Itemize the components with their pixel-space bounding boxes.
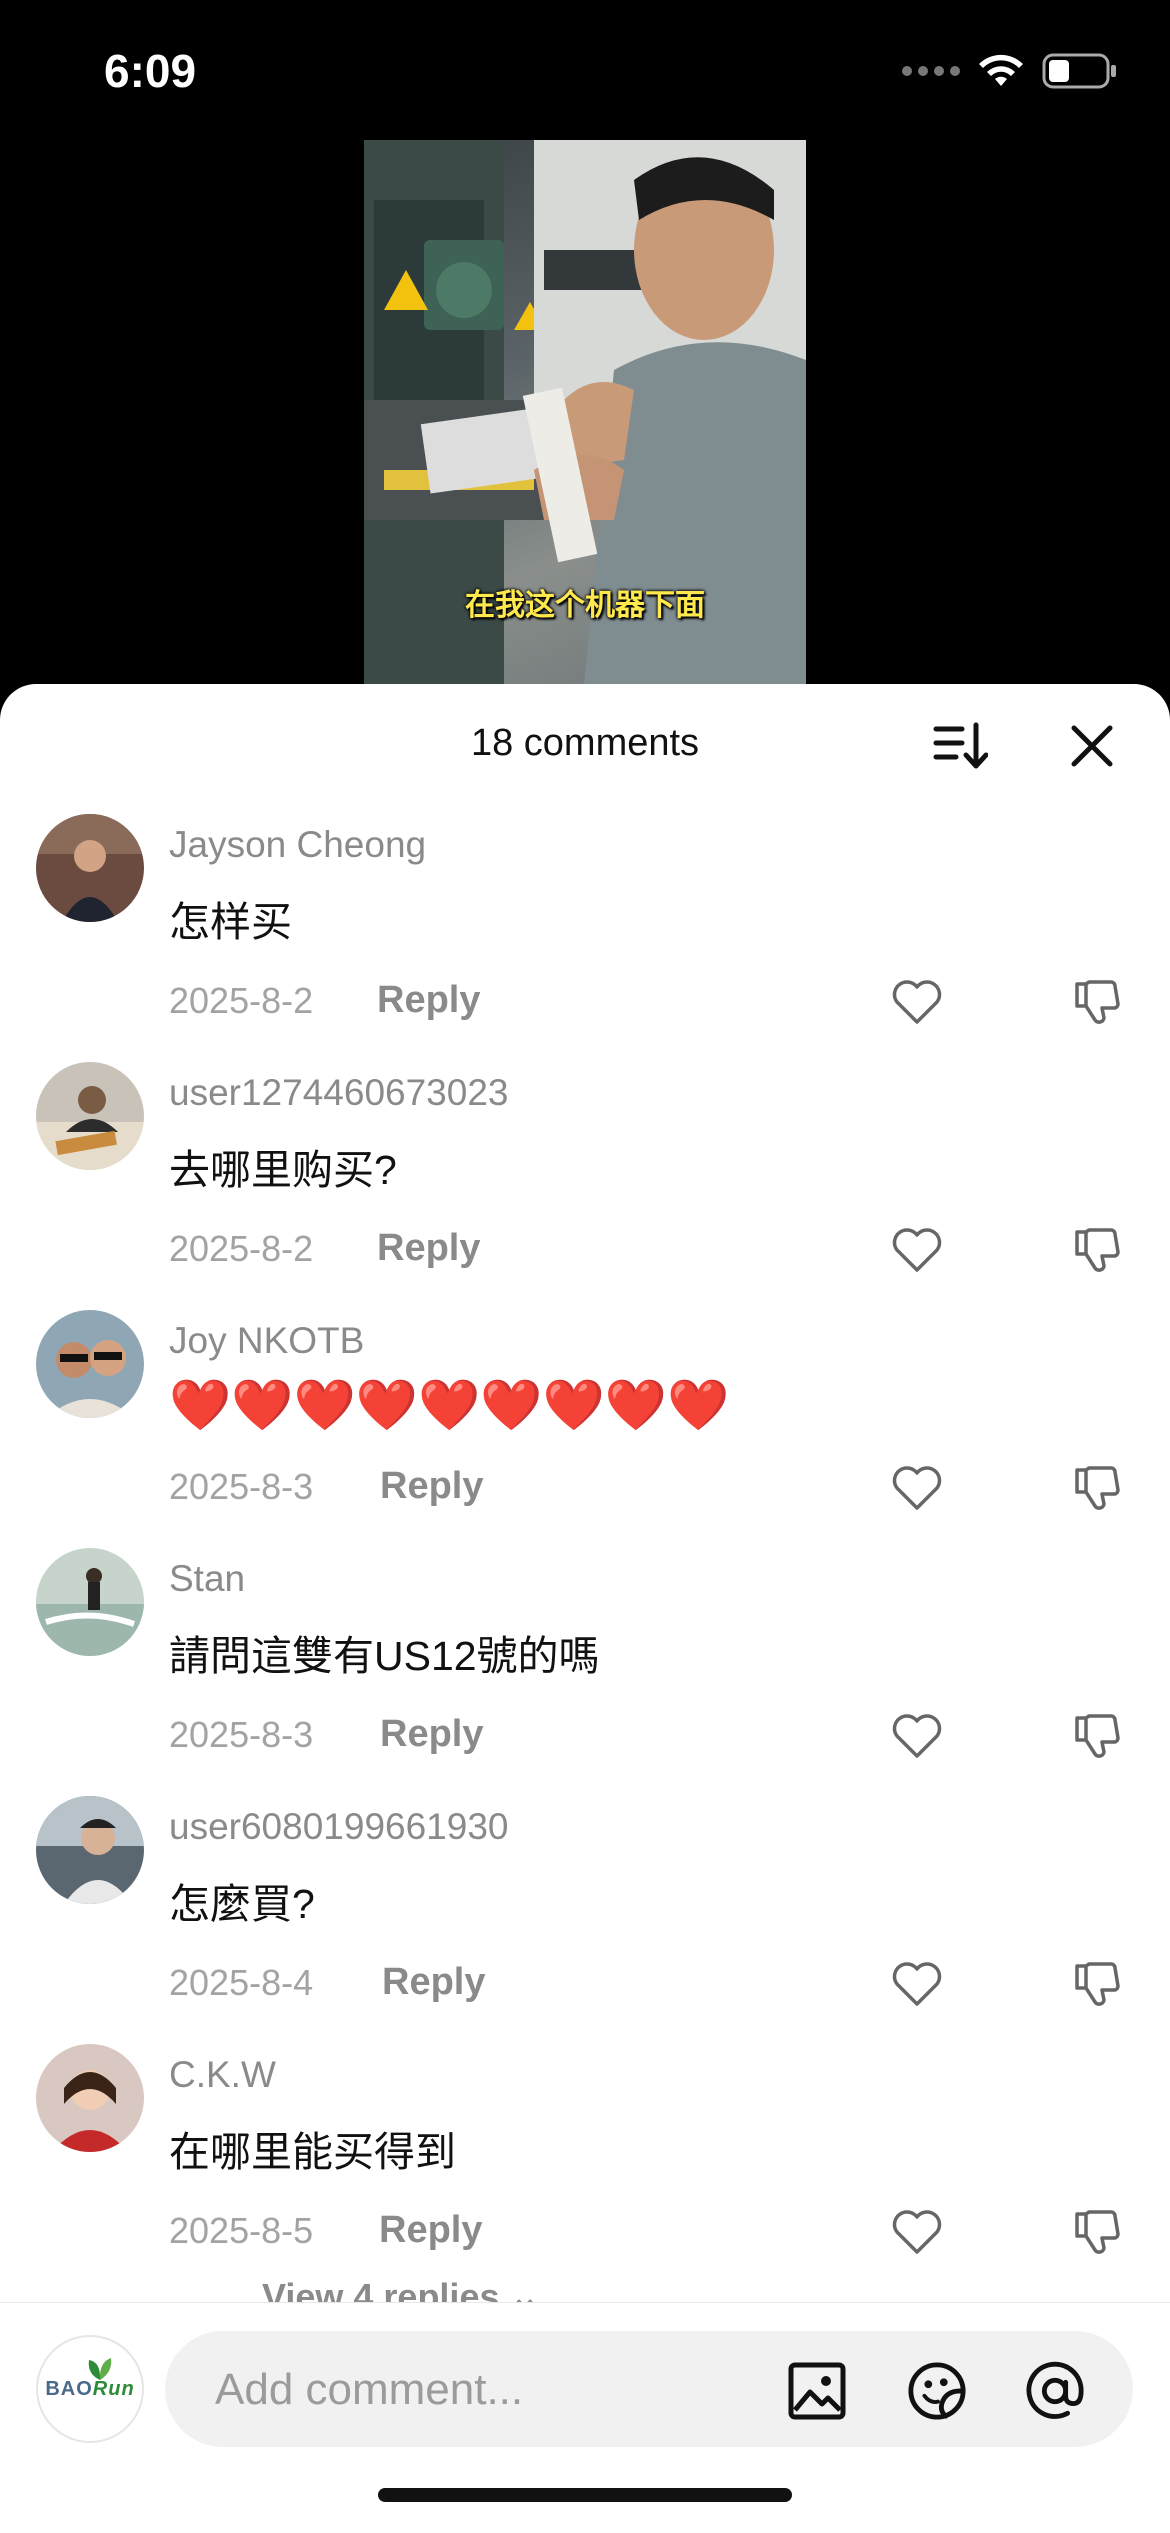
signal-icon (902, 66, 960, 76)
image-icon (788, 2362, 846, 2420)
heart-icon (892, 2210, 942, 2254)
heart-icon (892, 1962, 942, 2006)
heart-icon (892, 1466, 942, 1510)
comment-text: 怎样买 (169, 899, 292, 945)
comment-date: 2025-8-5 (169, 2210, 314, 2251)
dislike-button[interactable] (1067, 2202, 1127, 2262)
dislike-button[interactable] (1067, 1954, 1127, 2014)
video-player[interactable]: 在我这个机器下面 (364, 140, 806, 685)
comment-item: user6080199661930 怎麼買? 2025-8-4 Reply (0, 1796, 1170, 2044)
comment-text: 在哪里能买得到 (169, 2129, 456, 2175)
reply-button[interactable]: Reply (377, 979, 480, 1022)
baorun-logo: BAORun (45, 2357, 134, 2401)
dislike-button[interactable] (1067, 1458, 1127, 1518)
comment-input[interactable]: Add comment... (165, 2331, 1133, 2447)
comment-item: user1274460673023 去哪里购买? 2025-8-2 Reply (0, 1062, 1170, 1310)
battery-icon (1042, 53, 1116, 89)
close-button[interactable] (1060, 714, 1124, 778)
sort-icon (933, 722, 988, 769)
avatar-image (36, 1062, 144, 1170)
like-button[interactable] (887, 1706, 947, 1766)
status-icons (902, 52, 1118, 90)
avatar[interactable] (36, 1796, 144, 1904)
avatar[interactable] (36, 1310, 144, 1418)
thumbs-down-icon (1075, 980, 1120, 1024)
thumbs-down-icon (1075, 1466, 1120, 1510)
like-button[interactable] (887, 972, 947, 1032)
status-time: 6:09 (104, 45, 197, 97)
like-button[interactable] (887, 1220, 947, 1280)
sticker-button[interactable] (907, 2361, 967, 2421)
comment-text: ❤️❤️❤️❤️❤️❤️❤️❤️❤️ (169, 1377, 730, 1433)
comment-item: Jayson Cheong 怎样买 2025-8-2 Reply (0, 814, 1170, 1062)
avatar[interactable] (36, 1062, 144, 1170)
reply-button[interactable]: Reply (380, 1713, 483, 1756)
comments-sheet: 18 comments Jayson Cheong 怎样买 2025-8-2 R… (0, 684, 1170, 2532)
dislike-button[interactable] (1067, 972, 1127, 1032)
comment-username[interactable]: C.K.W (169, 2054, 276, 2096)
thumbs-down-icon (1075, 1228, 1120, 1272)
comment-count: 18 comments (470, 722, 700, 764)
comment-item: C.K.W 在哪里能买得到 2025-8-5 Reply (0, 2044, 1170, 2292)
comments-header: 18 comments (0, 684, 1170, 804)
reply-button[interactable]: Reply (377, 1227, 480, 1270)
like-button[interactable] (887, 2202, 947, 2262)
wifi-icon (979, 54, 1023, 86)
avatar-image (36, 1548, 144, 1656)
image-button[interactable] (787, 2361, 847, 2421)
comment-text: 去哪里购买? (169, 1147, 397, 1193)
reply-button[interactable]: Reply (380, 1465, 483, 1508)
thumbs-down-icon (1075, 2210, 1120, 2254)
avatar-image (36, 1796, 144, 1904)
comment-input-placeholder: Add comment... (215, 2365, 524, 2414)
heart-icon (892, 1228, 942, 1272)
reply-button[interactable]: Reply (382, 1961, 485, 2004)
like-button[interactable] (887, 1458, 947, 1518)
heart-icon (892, 980, 942, 1024)
my-avatar[interactable]: BAORun (36, 2335, 144, 2443)
dislike-button[interactable] (1067, 1706, 1127, 1766)
avatar-image (36, 1310, 144, 1418)
comment-item: Stan 請問這雙有US12號的嗎 2025-8-3 Reply (0, 1548, 1170, 1796)
status-bar: 6:09 (0, 0, 1170, 140)
comment-date: 2025-8-3 (169, 1714, 314, 1755)
comment-username[interactable]: Joy NKOTB (169, 1320, 364, 1362)
video-subtitle: 在我这个机器下面 (465, 589, 705, 622)
mention-button[interactable] (1025, 2361, 1085, 2421)
dislike-button[interactable] (1067, 1220, 1127, 1280)
avatar[interactable] (36, 2044, 144, 2152)
avatar[interactable] (36, 814, 144, 922)
comment-item: Joy NKOTB ❤️❤️❤️❤️❤️❤️❤️❤️❤️ 2025-8-3 Re… (0, 1310, 1170, 1548)
close-icon (1071, 725, 1113, 767)
comment-username[interactable]: Jayson Cheong (169, 824, 426, 866)
comment-date: 2025-8-4 (169, 1962, 314, 2003)
comment-text: 請問這雙有US12號的嗎 (169, 1633, 600, 1679)
avatar-image (36, 2044, 144, 2152)
comment-date: 2025-8-2 (169, 980, 314, 1021)
thumbs-down-icon (1075, 1714, 1120, 1758)
heart-icon (892, 1714, 942, 1758)
home-indicator[interactable] (378, 2488, 792, 2502)
avatar[interactable] (36, 1548, 144, 1656)
comment-username[interactable]: Stan (169, 1558, 245, 1600)
leaf-icon (89, 2357, 112, 2380)
mention-icon (1026, 2361, 1084, 2419)
avatar-image (36, 814, 144, 922)
comment-username[interactable]: user6080199661930 (169, 1806, 509, 1848)
reply-button[interactable]: Reply (379, 2209, 482, 2252)
thumbs-down-icon (1075, 1962, 1120, 2006)
comment-date: 2025-8-2 (169, 1228, 314, 1269)
comment-date: 2025-8-3 (169, 1466, 314, 1507)
emoji-sticker-icon (908, 2362, 966, 2420)
comment-username[interactable]: user1274460673023 (169, 1072, 509, 1114)
comment-text: 怎麼買? (169, 1881, 315, 1927)
sort-button[interactable] (928, 714, 992, 778)
like-button[interactable] (887, 1954, 947, 2014)
